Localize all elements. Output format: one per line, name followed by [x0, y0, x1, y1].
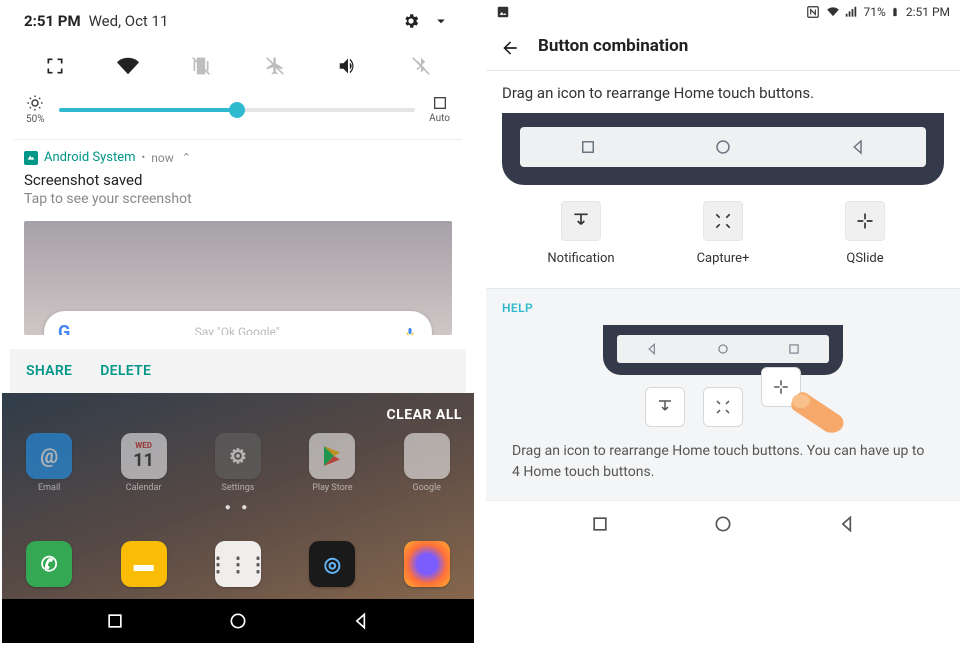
titlebar: Button combination: [486, 24, 960, 71]
app-calendar[interactable]: WED11Calendar: [117, 433, 171, 493]
chevron-down-icon[interactable]: [426, 12, 456, 30]
clear-all-button[interactable]: CLEAR ALL: [386, 407, 462, 423]
notif-when: now: [151, 151, 174, 165]
airplane-off-icon[interactable]: [255, 46, 295, 86]
expand-icon[interactable]: [35, 46, 75, 86]
nav2-recent-icon[interactable]: [590, 513, 610, 534]
notif-subtitle: Tap to see your screenshot: [24, 191, 452, 207]
nav-back-icon[interactable]: [351, 611, 371, 632]
google-logo-icon: G: [58, 322, 70, 336]
mic-icon: [404, 323, 418, 336]
bluetooth-off-icon[interactable]: [401, 46, 441, 86]
search-hint: Say "Ok Google": [70, 325, 404, 335]
status-bar-2: 71% 2:51 PM: [486, 0, 960, 24]
help-capture-box: [703, 387, 743, 427]
nav2-home-icon[interactable]: [713, 513, 733, 534]
button-options: Notification Capture+ QSlide: [486, 185, 960, 288]
brightness-icon[interactable]: 50%: [26, 94, 45, 125]
home-dock: ✆ ▬ ⋮⋮⋮ ◎: [2, 541, 474, 587]
notif-actions: SHARE DELETE: [10, 349, 466, 393]
share-button[interactable]: SHARE: [26, 363, 72, 379]
android-system-icon: [24, 151, 38, 165]
help-notification-box: [645, 387, 685, 427]
settings-gear-icon[interactable]: [396, 12, 426, 30]
brightness-slider[interactable]: [59, 108, 416, 112]
app-settings[interactable]: ⚙Settings: [211, 433, 265, 493]
delete-button[interactable]: DELETE: [100, 363, 151, 379]
app-camera[interactable]: ◎: [305, 541, 359, 587]
qslide-option[interactable]: QSlide: [820, 201, 910, 266]
brightness-row: 50% Auto: [10, 90, 466, 139]
quick-settings-row: [10, 42, 466, 90]
volume-icon[interactable]: [328, 46, 368, 86]
back-arrow-icon[interactable]: [500, 34, 520, 58]
app-email[interactable]: @Email: [22, 433, 76, 493]
notif-title: Screenshot saved: [24, 171, 452, 189]
notif-app: Android System: [44, 150, 136, 165]
wifi-icon[interactable]: [108, 46, 148, 86]
signal-icon: [844, 5, 858, 20]
notif-collapse-icon[interactable]: ⌃: [182, 151, 191, 164]
home-row-1: @Email WED11Calendar ⚙Settings Play Stor…: [2, 433, 474, 493]
preview-recent-icon[interactable]: [579, 138, 597, 156]
battery-pct: 71%: [864, 5, 886, 19]
help-recent-icon: [787, 342, 801, 356]
help-home-icon: [716, 342, 730, 356]
capture-plus-icon: [713, 211, 733, 231]
mock-navbar-preview: [502, 113, 944, 185]
app-phone[interactable]: ✆: [22, 541, 76, 587]
nav-home-icon[interactable]: [228, 611, 248, 632]
app-playstore[interactable]: Play Store: [305, 433, 359, 493]
app-messages[interactable]: ▬: [117, 541, 171, 587]
help-text: Drag an icon to rearrange Home touch but…: [502, 441, 944, 482]
help-section: HELP Drag an icon to: [486, 288, 960, 500]
nav2-back-icon[interactable]: [837, 513, 857, 534]
preview-home-icon[interactable]: [714, 138, 732, 156]
capture-option[interactable]: Capture+: [678, 201, 768, 266]
battery-icon: [890, 5, 900, 20]
nav-bar: [2, 599, 474, 643]
notification-option[interactable]: Notification: [536, 201, 626, 266]
nav-recent-icon[interactable]: [105, 611, 125, 632]
notification-pull-icon: [571, 211, 591, 231]
app-firefox[interactable]: [400, 541, 454, 587]
page-indicator: ● ●: [2, 502, 474, 513]
help-mock-preview: [603, 325, 843, 375]
nfc-icon: [806, 5, 820, 20]
picture-icon: [496, 5, 510, 20]
qslide-icon: [855, 211, 875, 231]
status-bar: 2:51 PM Wed, Oct 11: [10, 0, 466, 42]
app-drawer[interactable]: ⋮⋮⋮: [211, 541, 265, 587]
status-time-2: 2:51 PM: [906, 5, 950, 19]
brightness-pct: 50%: [26, 114, 45, 125]
pointer-hand-icon: [787, 389, 847, 439]
wifi-status-icon: [826, 5, 840, 20]
preview-back-icon[interactable]: [849, 138, 867, 156]
screenshot-preview[interactable]: G Say "Ok Google": [24, 221, 452, 335]
google-search-bar: G Say "Ok Google": [44, 311, 432, 335]
status-time: 2:51 PM: [24, 12, 81, 30]
auto-label: Auto: [429, 113, 450, 124]
instruction-text: Drag an icon to rearrange Home touch but…: [486, 71, 960, 113]
notification-card[interactable]: Android System • now ⌃ Screenshot saved …: [10, 140, 466, 211]
status-date: Wed, Oct 11: [89, 12, 169, 30]
vibrate-off-icon[interactable]: [181, 46, 221, 86]
app-google[interactable]: Google: [400, 433, 454, 493]
home-screen: CLEAR ALL @Email WED11Calendar ⚙Settings…: [2, 393, 474, 643]
nav-bar-2: [486, 500, 960, 546]
page-title: Button combination: [538, 36, 688, 56]
help-label: HELP: [502, 301, 944, 315]
auto-brightness-toggle[interactable]: Auto: [429, 95, 450, 124]
help-back-icon: [645, 342, 659, 356]
